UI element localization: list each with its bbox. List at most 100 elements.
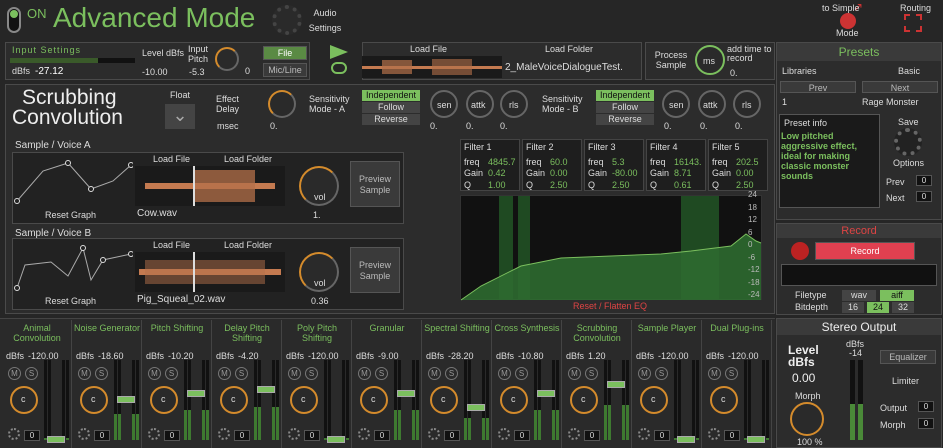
module-gear-icon[interactable] (358, 428, 370, 440)
module-gear-icon[interactable] (498, 428, 510, 440)
rls-a-knob[interactable]: rls (500, 90, 528, 118)
filter-gain-value[interactable]: 0.00 (736, 168, 754, 178)
attk-b-knob[interactable]: attk (698, 90, 726, 118)
filter-5-panel[interactable]: Filter 5 freq 202.5 Gain 0.00 Q 2.50 (708, 139, 768, 191)
next-small-label[interactable]: Next (886, 193, 905, 203)
equalizer-button[interactable]: Equalizer (880, 350, 936, 364)
module-solo-button[interactable]: S (25, 367, 38, 380)
routing-icon[interactable] (904, 14, 922, 32)
module-pan-knob[interactable]: c (290, 386, 318, 414)
filter-2-panel[interactable]: Filter 2 freq 60.0 Gain 0.00 Q 2.50 (522, 139, 582, 191)
voice-b-preview-button[interactable]: Preview Sample (350, 247, 400, 293)
filter-q-value[interactable]: 2.50 (550, 180, 568, 190)
add-time-value[interactable]: 0. (730, 68, 738, 78)
attk-a-knob[interactable]: attk (466, 90, 494, 118)
module-solo-button[interactable]: S (375, 367, 388, 380)
module-mute-button[interactable]: M (498, 367, 511, 380)
rls-a-value[interactable]: 0. (500, 121, 508, 131)
module-number-box[interactable]: 0 (444, 430, 460, 441)
morph-knob[interactable] (790, 402, 824, 436)
module-gear-icon[interactable] (568, 428, 580, 440)
next-small-value[interactable]: 0 (916, 191, 932, 202)
module-pan-knob[interactable]: c (360, 386, 388, 414)
module-solo-button[interactable]: S (445, 367, 458, 380)
module-pan-knob[interactable]: c (500, 386, 528, 414)
module-mute-button[interactable]: M (78, 367, 91, 380)
mic-line-button[interactable]: Mic/Line (263, 63, 307, 77)
filter-q-value[interactable]: 2.50 (736, 180, 754, 190)
voice-a-graph[interactable] (13, 153, 133, 208)
prev-small-label[interactable]: Prev (886, 177, 905, 187)
morph-value[interactable]: 100 % (797, 437, 823, 447)
module-solo-button[interactable]: S (95, 367, 108, 380)
module-name[interactable]: Cross Synthesis (492, 323, 562, 333)
independent-b[interactable]: Independent (596, 90, 654, 101)
module-gear-icon[interactable] (288, 428, 300, 440)
record-filename-field[interactable] (781, 264, 937, 286)
filetype-aiff[interactable]: aiff (880, 290, 914, 301)
process-ms-knob[interactable]: ms (695, 45, 725, 75)
to-simple-button[interactable] (840, 13, 856, 29)
module-mute-button[interactable]: M (708, 367, 721, 380)
module-pan-knob[interactable]: c (710, 386, 738, 414)
reverse-b[interactable]: Reverse (596, 114, 654, 125)
module-gear-icon[interactable] (78, 428, 90, 440)
module-gear-icon[interactable] (218, 428, 230, 440)
bitdepth-24[interactable]: 24 (867, 302, 889, 313)
module-volume-fader[interactable] (327, 436, 345, 443)
module-number-box[interactable]: 0 (514, 430, 530, 441)
module-name[interactable]: Pitch Shifting (142, 323, 212, 333)
voice-b-reset-graph[interactable]: Reset Graph (45, 296, 96, 306)
module-gear-icon[interactable] (8, 428, 20, 440)
module-gear-icon[interactable] (708, 428, 720, 440)
attk-a-value[interactable]: 0. (466, 121, 474, 131)
filter-gain-value[interactable]: -80.00 (612, 168, 638, 178)
module-pan-knob[interactable]: c (430, 386, 458, 414)
sen-b-knob[interactable]: sen (662, 90, 690, 118)
voice-a-load-file[interactable]: Load File (153, 154, 190, 164)
independent-a[interactable]: Independent (362, 90, 420, 101)
module-name[interactable]: Sample Player (632, 323, 702, 333)
module-gear-icon[interactable] (428, 428, 440, 440)
bitdepth-32[interactable]: 32 (892, 302, 914, 313)
module-mute-button[interactable]: M (148, 367, 161, 380)
preset-next-button[interactable]: Next (862, 81, 938, 93)
module-pan-knob[interactable]: c (640, 386, 668, 414)
module-volume-fader[interactable] (397, 390, 415, 397)
filter-q-value[interactable]: 2.50 (612, 180, 630, 190)
reverse-a[interactable]: Reverse (362, 114, 420, 125)
process-sample-button[interactable]: Process Sample (650, 50, 692, 70)
sen-b-value[interactable]: 0. (664, 121, 672, 131)
voice-a-vol-knob[interactable]: vol (299, 166, 339, 206)
filter-gain-value[interactable]: 8.71 (674, 168, 692, 178)
module-name[interactable]: Spectral Shifting (422, 323, 492, 333)
module-name[interactable]: Scrubbing Convolution (562, 323, 632, 343)
reset-eq-button[interactable]: Reset / Flatten EQ (573, 301, 647, 311)
module-volume-fader[interactable] (537, 390, 555, 397)
filter-gain-value[interactable]: 0.42 (488, 168, 506, 178)
voice-b-vol-value[interactable]: 0.36 (311, 296, 329, 306)
load-folder-button[interactable]: Load Folder (545, 44, 593, 54)
module-name[interactable]: Poly Pitch Shifting (282, 323, 352, 343)
filter-gain-value[interactable]: 0.00 (550, 168, 568, 178)
module-number-box[interactable]: 0 (374, 430, 390, 441)
follow-b[interactable]: Follow (596, 102, 654, 113)
voice-b-load-file[interactable]: Load File (153, 240, 190, 250)
module-name[interactable]: Granular (352, 323, 422, 333)
module-pan-knob[interactable]: c (220, 386, 248, 414)
eq-graph[interactable] (460, 195, 762, 301)
module-name[interactable]: Dual Plug-ins (702, 323, 772, 333)
module-volume-fader[interactable] (117, 396, 135, 403)
module-volume-fader[interactable] (677, 436, 695, 443)
filter-1-panel[interactable]: Filter 1 freq 4845.7 Gain 0.42 Q 1.00 (460, 139, 520, 191)
module-solo-button[interactable]: S (585, 367, 598, 380)
module-volume-fader[interactable] (257, 386, 275, 393)
attk-b-value[interactable]: 0. (700, 121, 708, 131)
sen-a-knob[interactable]: sen (430, 90, 458, 118)
chevron-down-icon[interactable]: ⌄ (165, 104, 195, 129)
module-pan-knob[interactable]: c (10, 386, 38, 414)
module-dbfs-value[interactable]: 1.20 (588, 351, 606, 361)
module-number-box[interactable]: 0 (654, 430, 670, 441)
filter-q-value[interactable]: 0.61 (674, 180, 692, 190)
load-file-button[interactable]: Load File (410, 44, 447, 54)
